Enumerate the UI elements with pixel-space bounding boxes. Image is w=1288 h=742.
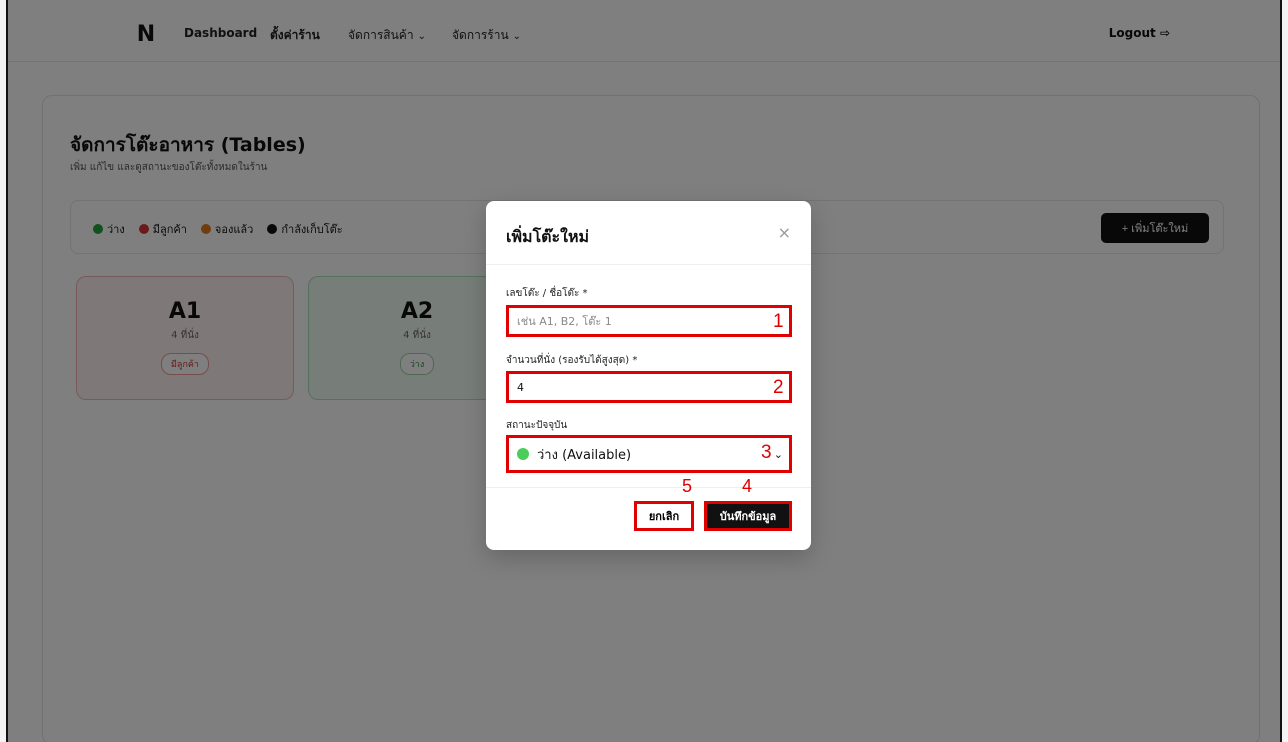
- cancel-button[interactable]: ยกเลิก: [634, 501, 694, 531]
- annotation-2: 2: [773, 377, 784, 398]
- status-label: สถานะปัจจุบัน: [506, 420, 568, 431]
- table-name-label: เลขโต๊ะ / ชื่อโต๊ะ *: [506, 288, 588, 299]
- modal-title: เพิ่มโต๊ะใหม่: [506, 227, 590, 246]
- green-dot-icon: [517, 448, 529, 460]
- status-select-value: ว่าง (Available): [537, 447, 632, 463]
- modal-footer-divider: [486, 487, 811, 488]
- chevron-down-icon: ⌄: [773, 448, 783, 461]
- table-name-placeholder: เช่น A1, B2, โต๊ะ 1: [517, 315, 612, 328]
- modal-header: เพิ่มโต๊ะใหม่ ×: [486, 201, 811, 265]
- seats-value: 4: [517, 380, 524, 394]
- annotation-5: 5: [682, 476, 693, 496]
- add-table-modal: เพิ่มโต๊ะใหม่ × เลขโต๊ะ / ชื่อโต๊ะ * เช่…: [486, 201, 811, 550]
- close-icon[interactable]: ×: [778, 223, 791, 242]
- annotation-3: 3: [761, 442, 772, 463]
- save-button[interactable]: บันทึกข้อมูล: [704, 501, 792, 531]
- table-name-input[interactable]: เช่น A1, B2, โต๊ะ 1: [506, 305, 792, 337]
- annotation-4: 4: [742, 476, 753, 496]
- annotation-1: 1: [773, 311, 784, 332]
- status-select[interactable]: ว่าง (Available) ⌄: [506, 435, 792, 473]
- seats-input[interactable]: 4: [506, 371, 792, 403]
- seats-label: จำนวนที่นั่ง (รองรับได้สูงสุด) *: [506, 355, 638, 366]
